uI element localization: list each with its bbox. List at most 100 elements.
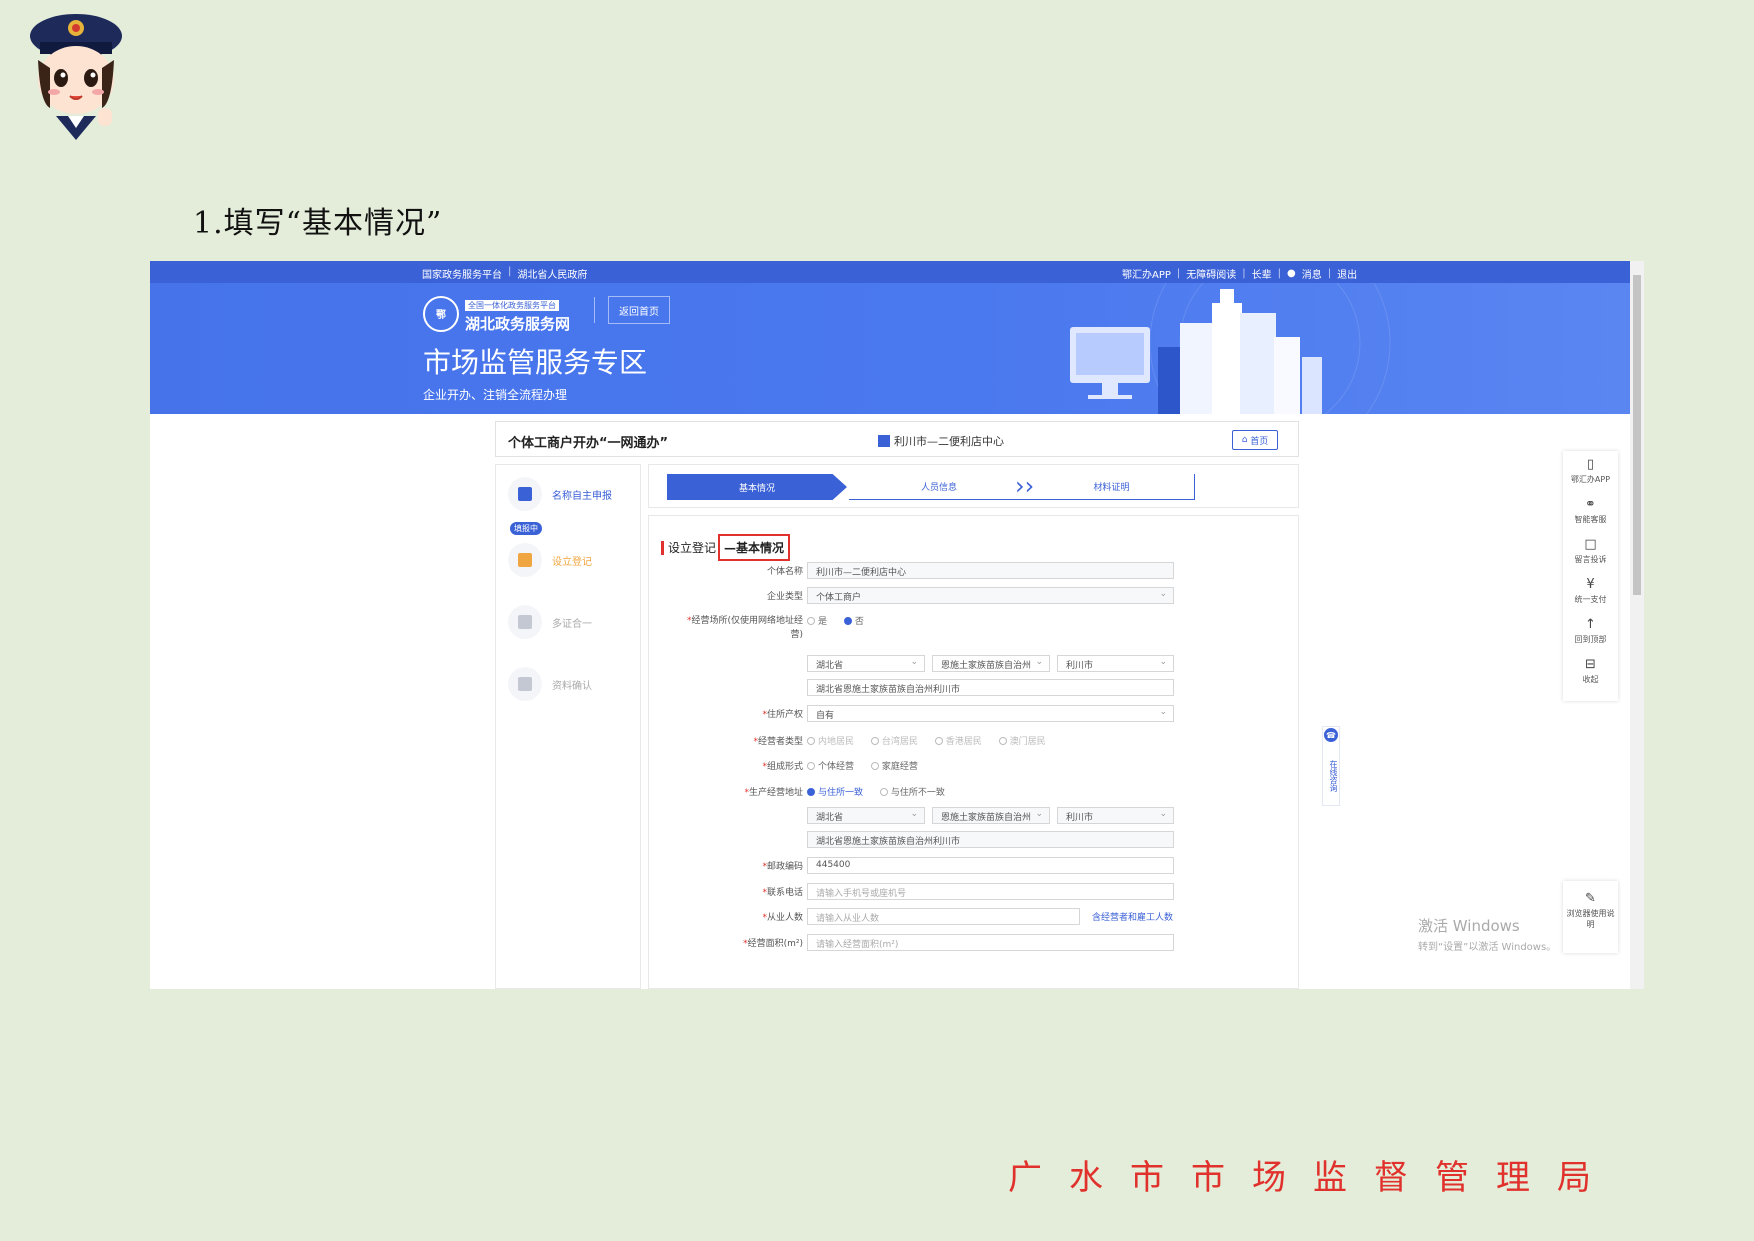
left-step-confirm[interactable]: 资料确认 [508,667,592,701]
operator-type-taiwan[interactable]: 台湾居民 [870,734,918,747]
property-select[interactable]: 自有 ⌄ [807,705,1174,722]
staff-count-input[interactable]: 请输入从业人数 [807,908,1080,925]
phone-input[interactable]: 请输入手机号或座机号 [807,883,1174,900]
operator-type-label: 经营者类型 [757,737,803,747]
building-icon [878,435,890,447]
form-label: 组成形式 [766,762,803,772]
enterprise-type-select[interactable]: 个体工商户 ⌄ [807,587,1174,604]
float-item-app[interactable]: ▯ 鄂汇办APP [1563,457,1618,485]
slide-title: 1.填写“基本情况” [193,206,443,241]
section-accent-bar [661,540,664,555]
right-float-toolbar: ▯ 鄂汇办APP ⚭ 智能客服 □ 留言投诉 ¥ 统一支付 ↑ 回到顶部 ⊟ 收起 [1563,451,1618,701]
premise-no-radio[interactable]: 否 [843,614,864,627]
id-card-icon [518,615,532,629]
chevron-right-icon: › [835,472,845,500]
province-select-2[interactable]: 湖北省 ⌄ [807,807,925,824]
progress-step-materials[interactable]: 材料证明 [1029,474,1195,500]
progress-step-basic[interactable]: 基本情况 [667,474,847,500]
property-label: 住所产权 [766,710,803,720]
float-item-collapse[interactable]: ⊟ 收起 [1563,657,1618,685]
service-header-card: 个体工商户开办“一网通办” 利川市—二便利店中心 ⌂ 首页 [495,421,1299,457]
portal-topbar: 国家政务服务平台 | 湖北省人民政府 鄂汇办APP | 无障碍阅读 | 长辈 |… [150,261,1630,283]
back-home-button[interactable]: 返回首页 [608,296,670,324]
address-input-1[interactable]: 湖北省恩施土家族苗族自治州利川市 [807,679,1174,696]
float-item-service[interactable]: ⚭ 智能客服 [1563,497,1618,525]
minus-icon: ⊟ [1585,657,1596,672]
form-family-radio[interactable]: 家庭经营 [870,759,918,772]
form-icon [518,553,532,567]
page-scrollbar[interactable] [1630,261,1644,989]
topbar-link-messages[interactable]: 消息 [1302,266,1322,281]
chat-icon: □ [1584,537,1597,552]
topbar-link-hubei-gov[interactable]: 湖北省人民政府 [517,266,587,281]
home-button[interactable]: ⌂ 首页 [1232,430,1278,450]
prod-addr-diff-radio[interactable]: 与住所不一致 [879,785,945,798]
prefecture-select-1[interactable]: 恩施土家族苗族自治州 ⌄ [932,655,1050,672]
left-step-label: 资料确认 [552,680,592,692]
browser-guide-button[interactable]: ✎ 浏览器使用说明 [1563,881,1618,953]
status-badge: 填报中 [510,522,542,535]
business-name-label: 利川市—二便利店中心 [894,435,1004,448]
service-title: 个体工商户开办“一网通办” [508,436,669,451]
prod-addr-same-radio[interactable]: 与住所一致 [807,785,863,798]
headset-icon: ☎ [1324,728,1338,742]
operator-type-mainland[interactable]: 内地居民 [807,734,854,747]
business-name-input[interactable]: 利川市—二便利店中心 [807,562,1174,579]
basic-info-form: 设立登记 —基本情况 个体名称 利川市—二便利店中心 企业类型 个体工商户 ⌄ *… [648,515,1299,989]
area-label: 经营面积(m²) [747,939,803,949]
float-item-pay[interactable]: ¥ 统一支付 [1563,577,1618,605]
left-step-nav: 名称自主申报 填报中 设立登记 多证合一 资料确认 [495,464,641,989]
left-step-label: 名称自主申报 [552,490,612,502]
topbar-link-app[interactable]: 鄂汇办APP [1122,266,1171,281]
banner-divider [594,297,595,323]
left-step-register[interactable]: 设立登记 [508,543,592,577]
logo-small-text: 全国一体化政务服务平台 [465,300,559,311]
name-label: 个体名称 [766,567,803,577]
online-consult-tab[interactable]: ☎ 在线咨询 [1322,726,1340,806]
scrollbar-thumb[interactable] [1633,275,1641,595]
staff-label: 从业人数 [766,913,803,923]
left-step-label: 设立登记 [552,556,592,568]
chevron-right-icon: ›› [1015,472,1035,500]
float-item-top[interactable]: ↑ 回到顶部 [1563,617,1618,645]
logo-big-text: 湖北政务服务网 [465,315,571,333]
topbar-link-logout[interactable]: 退出 [1337,266,1357,281]
headphones-icon: ⚭ [1585,497,1596,512]
city-select-1[interactable]: 利川市 ⌄ [1057,655,1174,672]
progress-step-personnel[interactable]: 人员信息 [849,474,1029,500]
portal-banner: 鄂 全国一体化政务服务平台 湖北政务服务网 返回首页 市场监管服务专区 企业开办… [150,283,1630,414]
topbar-link-national[interactable]: 国家政务服务平台 [422,266,502,281]
float-item-complaint[interactable]: □ 留言投诉 [1563,537,1618,565]
area-input[interactable]: 请输入经营面积(m²) [807,934,1174,951]
zone-subtitle: 企业开办、注销全流程办理 [423,388,568,402]
province-select-1[interactable]: 湖北省 ⌄ [807,655,925,672]
bell-icon: ● [1287,268,1296,279]
city-illustration [1070,283,1391,414]
topbar-link-elder[interactable]: 长辈 [1252,266,1272,281]
premise-yes-radio[interactable]: 是 [807,614,827,627]
left-step-multi-cert[interactable]: 多证合一 [508,605,592,639]
prefecture-select-2[interactable]: 恩施土家族苗族自治州 ⌄ [932,807,1050,824]
topbar-link-accessibility[interactable]: 无障碍阅读 [1186,266,1236,281]
arrow-up-icon: ↑ [1585,617,1596,632]
section-title-highlight: —基本情况 [718,534,791,561]
premise-label: 经营场所(仅使用网络地址经营) [691,616,803,640]
form-individual-radio[interactable]: 个体经营 [807,759,854,772]
left-step-name-declare[interactable]: 名称自主申报 [508,477,612,511]
postcode-label: 邮政编码 [766,862,803,872]
footer-organization: 广水市市场监督管理局 [1008,1158,1618,1198]
address-input-2[interactable]: 湖北省恩施土家族苗族自治州利川市 [807,831,1174,848]
enterprise-type-value: 个体工商户 [816,593,862,603]
type-label: 企业类型 [766,592,803,602]
progress-steps: 基本情况 人员信息 材料证明 › ›› [648,464,1299,508]
pen-icon: ✎ [1585,891,1596,906]
staff-hint-link[interactable]: 含经营者和雇工人数 [1092,910,1173,923]
postcode-input[interactable]: 445400 [807,857,1174,874]
operator-type-hongkong[interactable]: 香港居民 [934,734,982,747]
city-select-2[interactable]: 利川市 ⌄ [1057,807,1174,824]
mascot-officer-illustration [30,14,122,140]
emblem-icon: 鄂 [423,295,459,332]
portal-logo[interactable]: 鄂 全国一体化政务服务平台 湖北政务服务网 [423,293,570,334]
phone-icon: ▯ [1586,457,1595,472]
operator-type-macao[interactable]: 澳门居民 [998,734,1046,747]
